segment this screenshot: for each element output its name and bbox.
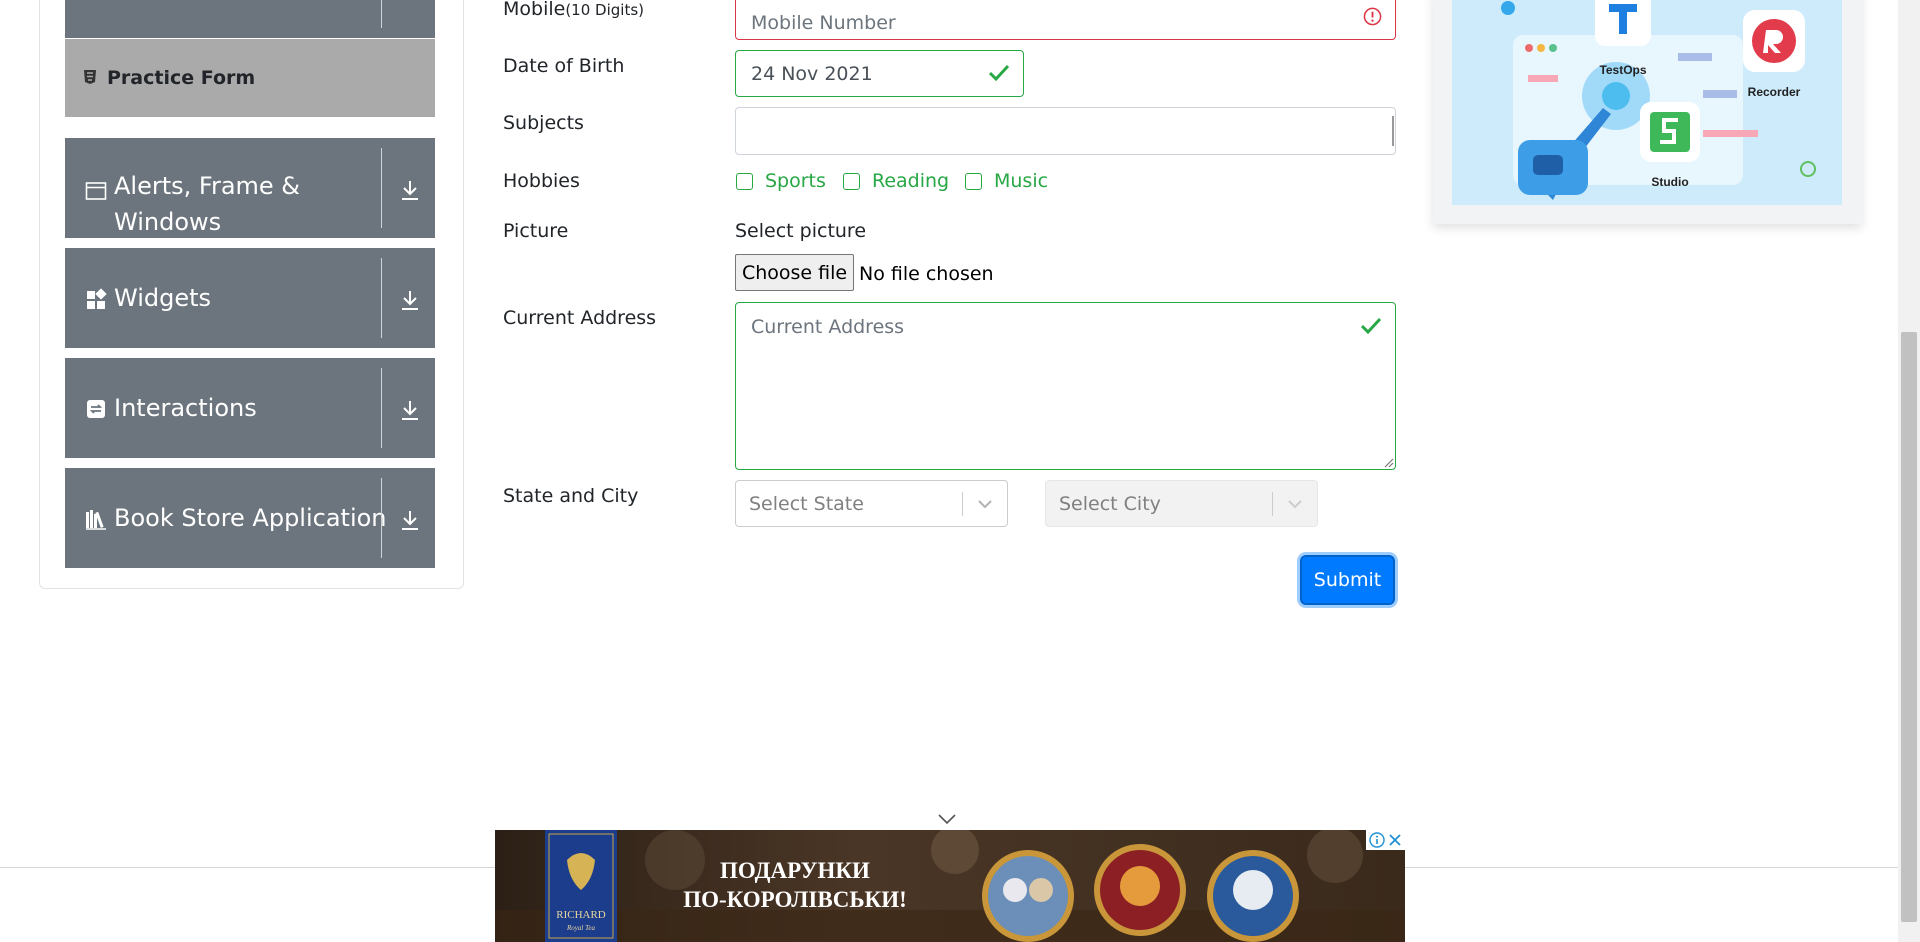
mobile-label-text: Mobile (503, 0, 566, 20)
state-placeholder: Select State (749, 492, 864, 515)
sidebar-group-label: Widgets (114, 284, 212, 312)
checkbox[interactable] (843, 172, 860, 190)
sidebar-group-alerts[interactable]: Alerts, Frame & Windows (65, 138, 435, 238)
submit-button[interactable]: Submit (1300, 555, 1395, 605)
sidebar-group-label: Book Store Application (114, 504, 387, 532)
ad-banner[interactable]: RICHARD Royal Tea ПОДАРУНКИ ПО-КОРОЛІВСЬ… (495, 830, 1405, 942)
choose-file-button[interactable]: Choose file (735, 254, 854, 291)
city-placeholder: Select City (1059, 492, 1161, 515)
sidebar-group-label: Alerts, Frame & (114, 172, 301, 200)
hobby-sports-checkbox[interactable]: Sports (736, 170, 826, 192)
hobby-label[interactable]: Reading (872, 170, 949, 192)
download-icon[interactable] (399, 508, 421, 532)
close-icon[interactable] (1388, 833, 1402, 847)
chevron-down-icon[interactable] (1273, 481, 1317, 526)
page-scrollbar-thumb[interactable] (1901, 332, 1917, 922)
resize-handle-icon[interactable] (1382, 456, 1394, 468)
address-placeholder: Current Address (751, 316, 905, 338)
info-icon[interactable] (1369, 832, 1385, 848)
mobile-label-hint: (10 Digits) (565, 1, 644, 19)
books-icon (86, 510, 106, 530)
interactions-icon (87, 400, 105, 418)
studio-label: Studio (1651, 175, 1688, 189)
state-city-label: State and City (503, 485, 639, 507)
promo-banner[interactable]: TestOps Recorder Studio (1433, 0, 1862, 224)
ad-brand: RICHARD (556, 909, 606, 921)
address-textarea[interactable]: Current Address (735, 302, 1396, 470)
sidebar-group-label: Interactions (114, 394, 257, 422)
chevron-down-icon[interactable] (937, 813, 957, 825)
sidebar-group-widgets[interactable]: Widgets (65, 248, 435, 348)
dob-value: 24 Nov 2021 (751, 62, 873, 85)
dob-label: Date of Birth (503, 55, 625, 77)
html5-icon (84, 70, 96, 84)
hobby-label[interactable]: Sports (765, 170, 826, 192)
sidebar-group-interactions[interactable]: Interactions (65, 358, 435, 458)
error-icon (1363, 7, 1382, 26)
hobby-label[interactable]: Music (994, 170, 1048, 192)
hobby-music-checkbox[interactable]: Music (965, 170, 1048, 192)
ad-controls (1366, 830, 1405, 850)
download-icon[interactable] (399, 398, 421, 422)
promo-illustration: TestOps Recorder Studio (1452, 0, 1842, 205)
sidebar-item-label: Practice Form (107, 67, 256, 89)
dob-input[interactable]: 24 Nov 2021 (735, 50, 1024, 97)
mobile-input[interactable]: Mobile Number (735, 0, 1396, 40)
ad-headline-line2: ПО-КОРОЛІВСЬКИ! (683, 887, 907, 912)
testops-label: TestOps (1599, 63, 1646, 77)
mobile-placeholder: Mobile Number (751, 12, 896, 34)
check-icon (1360, 317, 1382, 335)
file-status: No file chosen (859, 263, 994, 285)
widgets-icon (87, 288, 107, 309)
subjects-label: Subjects (503, 112, 584, 134)
hobby-reading-checkbox[interactable]: Reading (843, 170, 949, 192)
sidebar-group-forms[interactable] (65, 0, 435, 38)
city-select[interactable]: Select City (1045, 480, 1318, 527)
download-icon[interactable] (399, 288, 421, 312)
text-cursor (1392, 116, 1394, 146)
address-label: Current Address (503, 307, 657, 329)
ad-headline-line1: ПОДАРУНКИ (720, 858, 870, 883)
mobile-label: Mobile(10 Digits) (503, 0, 644, 20)
ad-image: RICHARD Royal Tea ПОДАРУНКИ ПО-КОРОЛІВСЬ… (495, 830, 1405, 942)
sidebar-group-label-line2: Windows (114, 208, 222, 236)
window-icon (85, 182, 107, 200)
checkbox[interactable] (965, 172, 982, 190)
subjects-input[interactable] (735, 107, 1396, 155)
chevron-down-icon[interactable] (963, 481, 1007, 526)
download-icon[interactable] (399, 178, 421, 202)
hobbies-label: Hobbies (503, 170, 580, 192)
download-icon (399, 0, 421, 22)
select-picture-label: Select picture (735, 220, 867, 242)
check-icon (988, 64, 1010, 82)
sidebar-item-practice-form[interactable]: Practice Form (65, 39, 435, 117)
checkbox[interactable] (736, 172, 753, 190)
picture-label: Picture (503, 220, 569, 242)
sidebar-group-book-store[interactable]: Book Store Application (65, 468, 435, 568)
recorder-label: Recorder (1748, 85, 1801, 99)
state-select[interactable]: Select State (735, 480, 1008, 527)
ad-brand-sub: Royal Tea (566, 924, 595, 932)
